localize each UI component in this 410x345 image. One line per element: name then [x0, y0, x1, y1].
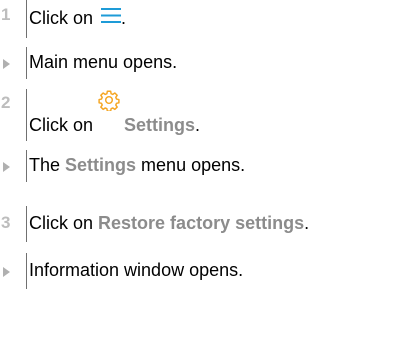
step-number: 3 — [1, 213, 11, 232]
step-2-marker: 2 — [0, 89, 29, 141]
result-divider — [26, 150, 27, 182]
result-2-marker — [0, 150, 29, 182]
step-3-text: Click on Restore factory settings. — [29, 206, 309, 234]
step-1-text-before: Click on — [29, 8, 99, 28]
result-3-marker — [0, 253, 29, 289]
step-divider — [26, 206, 27, 242]
result-3: Information window opens. — [0, 253, 243, 289]
step-3: 3 Click on Restore factory settings. — [0, 206, 309, 242]
step-3-text-after: . — [304, 213, 310, 233]
settings-highlight: Settings — [124, 115, 196, 135]
step-divider — [26, 89, 27, 141]
result-arrow-icon — [3, 59, 10, 69]
step-number: 1 — [1, 5, 11, 24]
result-divider — [26, 47, 27, 79]
step-3-text-before: Click on — [29, 213, 99, 233]
result-2-text-before: The — [29, 155, 66, 175]
step-2-text: Click on Settings. — [29, 89, 200, 135]
result-1-marker — [0, 47, 29, 79]
result-1-text: Main menu opens. — [29, 52, 178, 72]
step-1-text-after: . — [121, 8, 127, 28]
step-divider — [26, 0, 27, 38]
step-3-marker: 3 — [0, 206, 29, 242]
hamburger-menu-icon — [101, 8, 122, 23]
result-2: The Settings menu opens. — [0, 150, 245, 182]
step-1: 1 Click on . — [0, 0, 126, 38]
step-2: 2 Click on Settings. — [0, 89, 200, 141]
result-1: Main menu opens. — [0, 47, 177, 79]
gear-icon — [98, 90, 120, 111]
result-arrow-icon — [3, 267, 10, 277]
step-1-marker: 1 — [0, 0, 29, 38]
result-divider — [26, 253, 27, 289]
result-2-text-after: menu opens. — [136, 155, 246, 175]
result-3-text: Information window opens. — [29, 260, 244, 280]
restore-factory-settings-highlight: Restore factory settings — [98, 213, 305, 233]
result-2-text: The Settings menu opens. — [29, 150, 245, 176]
step-1-text: Click on . — [29, 0, 126, 29]
result-arrow-icon — [3, 162, 10, 172]
settings-highlight: Settings — [65, 155, 137, 175]
step-2-text-before: Click on — [29, 115, 99, 135]
step-number: 2 — [1, 93, 11, 112]
step-2-text-after: . — [195, 115, 201, 135]
